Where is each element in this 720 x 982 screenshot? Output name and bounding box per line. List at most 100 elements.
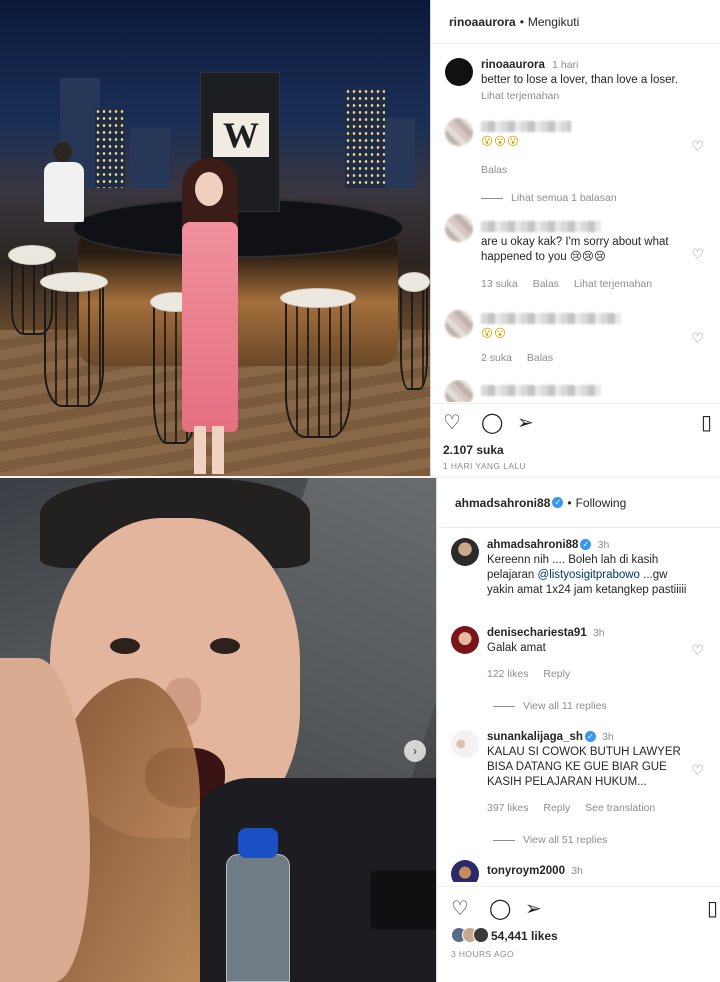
post-photo[interactable]: W xyxy=(0,0,430,478)
comment-likes[interactable]: 2 suka xyxy=(481,352,512,364)
translate-link[interactable]: See translation xyxy=(585,802,655,814)
reply-link[interactable]: Balas xyxy=(533,278,559,290)
caption-username[interactable]: rinoaaurora xyxy=(481,59,545,71)
city-building xyxy=(345,88,385,188)
water-bottle xyxy=(226,828,290,982)
bar-stool xyxy=(280,288,356,438)
caption-text: better to lose a lover, than love a lose… xyxy=(481,74,678,86)
comment: are u okay kak? I'm sorry about what hap… xyxy=(431,214,720,294)
man-in-background xyxy=(40,142,88,242)
blurred-username xyxy=(481,121,571,133)
blurred-avatar[interactable] xyxy=(445,310,473,338)
comment-username[interactable]: tonyroym2000 xyxy=(487,865,565,877)
blurred-username xyxy=(481,313,621,325)
post-time-ago: 1 HARI YANG LALU xyxy=(443,461,527,471)
city-building xyxy=(95,108,125,188)
avatar xyxy=(473,927,489,943)
comment: 😮😮 ♡ 2 suka Balas xyxy=(431,310,720,370)
avatar[interactable] xyxy=(451,860,479,882)
follow-status[interactable]: Mengikuti xyxy=(528,15,579,29)
verified-badge-icon: ✓ xyxy=(580,539,592,550)
comment-likes[interactable]: 13 suka xyxy=(481,278,518,290)
comment-icon[interactable]: ◯ xyxy=(481,410,503,435)
share-icon[interactable]: ➢ xyxy=(525,896,542,921)
like-comment-heart-icon[interactable]: ♡ xyxy=(691,246,704,263)
header-username[interactable]: ahmadsahroni88 xyxy=(455,496,550,510)
bar-stool xyxy=(398,272,430,390)
city-building xyxy=(130,128,170,188)
comment-time: 3h xyxy=(602,731,614,743)
action-bar: ♡ ◯ ➢ ▯ xyxy=(431,410,720,438)
blurred-avatar[interactable] xyxy=(445,214,473,242)
comment-likes[interactable]: 122 likes xyxy=(487,668,528,680)
reply-link[interactable]: Reply xyxy=(543,668,570,680)
like-count[interactable]: 2.107 suka xyxy=(443,443,504,457)
view-replies[interactable]: View all 51 replies xyxy=(493,834,607,846)
post-header: rinoaaurora • Mengikuti xyxy=(431,0,720,44)
follow-status[interactable]: Following xyxy=(576,496,627,510)
bar-stool xyxy=(40,272,108,407)
view-replies[interactable]: View all 11 replies xyxy=(493,700,607,712)
comment-text: are u okay kak? I'm sorry about what hap… xyxy=(481,236,669,263)
like-comment-heart-icon[interactable]: ♡ xyxy=(691,762,704,779)
divider xyxy=(431,403,720,404)
verified-badge-icon: ✓ xyxy=(552,497,564,508)
comment-time: 3h xyxy=(592,627,605,639)
comment: ahmadsahroni88 ✓ 3h Kereenn nih .... Bole… xyxy=(437,536,720,606)
comment-username[interactable]: denisechariesta91 xyxy=(487,627,587,639)
comment: denisechariesta91 3h Galak amat ♡ 122 li… xyxy=(437,624,720,714)
post-video-frame[interactable]: › xyxy=(0,478,436,982)
phone xyxy=(370,870,436,930)
comment-text: Galak amat xyxy=(487,642,546,654)
share-icon[interactable]: ➢ xyxy=(517,410,534,435)
avatar[interactable] xyxy=(451,730,479,758)
post-side-panel: ahmadsahroni88 ✓ • Following ahmadsahron… xyxy=(436,478,720,982)
bookmark-icon[interactable]: ▯ xyxy=(707,896,718,921)
post-header: ahmadsahroni88 ✓ • Following xyxy=(437,478,720,528)
blurred-username xyxy=(481,221,601,233)
reply-link[interactable]: Balas xyxy=(481,164,507,176)
caption: rinoaaurora 1 hari better to lose a love… xyxy=(431,58,720,106)
woman-pink-dress xyxy=(170,158,250,478)
like-comment-heart-icon[interactable]: ♡ xyxy=(691,138,704,155)
reply-link[interactable]: Balas xyxy=(527,352,553,364)
like-comment-heart-icon[interactable]: ♡ xyxy=(691,330,704,347)
action-bar: ♡ ◯ ➢ ▯ xyxy=(437,896,720,924)
comment: 😮😮😮 ♡ Balas Lihat semua 1 balasan xyxy=(431,118,720,208)
comment: sunankalijaga_sh ✓ 3h KALAU SI COWOK BUTU… xyxy=(437,728,720,846)
header-username[interactable]: rinoaaurora xyxy=(449,15,516,29)
like-count[interactable]: 54,441 likes xyxy=(491,929,558,943)
bookmark-icon[interactable]: ▯ xyxy=(701,410,712,435)
post-time-ago: 3 HOURS AGO xyxy=(451,949,514,959)
caption-time: 1 hari xyxy=(552,59,579,71)
header-separator: • xyxy=(519,14,524,29)
post-ahmadsahroni88: › ahmadsahroni88 ✓ • Following ahmadsahr… xyxy=(0,478,720,982)
next-slide-chevron-icon[interactable]: › xyxy=(404,740,426,762)
comment-likes[interactable]: 397 likes xyxy=(487,802,528,814)
post-side-panel: rinoaaurora • Mengikuti rinoaaurora 1 ha… xyxy=(430,0,720,478)
comment-username[interactable]: sunankalijaga_sh xyxy=(487,731,583,743)
avatar[interactable] xyxy=(451,538,479,566)
comment-icon[interactable]: ◯ xyxy=(489,896,511,921)
comment-partial: tonyroym2000 3h xyxy=(437,860,720,882)
translate-link[interactable]: Lihat terjemahan xyxy=(574,278,652,290)
header-separator: • xyxy=(567,495,572,510)
comment-time: 3h xyxy=(571,865,583,877)
blurred-avatar[interactable] xyxy=(445,380,473,402)
mention-link[interactable]: @listyosigitprabowo xyxy=(538,569,640,581)
avatar[interactable] xyxy=(445,58,473,86)
divider xyxy=(437,886,720,887)
blurred-avatar[interactable] xyxy=(445,118,473,146)
comment-username[interactable]: ahmadsahroni88 xyxy=(487,539,578,551)
comment-partial xyxy=(431,380,720,402)
translate-link[interactable]: Lihat terjemahan xyxy=(481,90,559,102)
reply-link[interactable]: Reply xyxy=(543,802,570,814)
like-heart-icon[interactable]: ♡ xyxy=(451,896,469,921)
like-comment-heart-icon[interactable]: ♡ xyxy=(691,642,704,659)
like-heart-icon[interactable]: ♡ xyxy=(443,410,461,435)
city-building xyxy=(385,118,415,188)
view-replies[interactable]: Lihat semua 1 balasan xyxy=(481,192,617,204)
comment-text: KALAU SI COWOK BUTUH LAWYER BISA DATANG … xyxy=(487,746,681,788)
w-logo: W xyxy=(213,113,269,157)
avatar[interactable] xyxy=(451,626,479,654)
